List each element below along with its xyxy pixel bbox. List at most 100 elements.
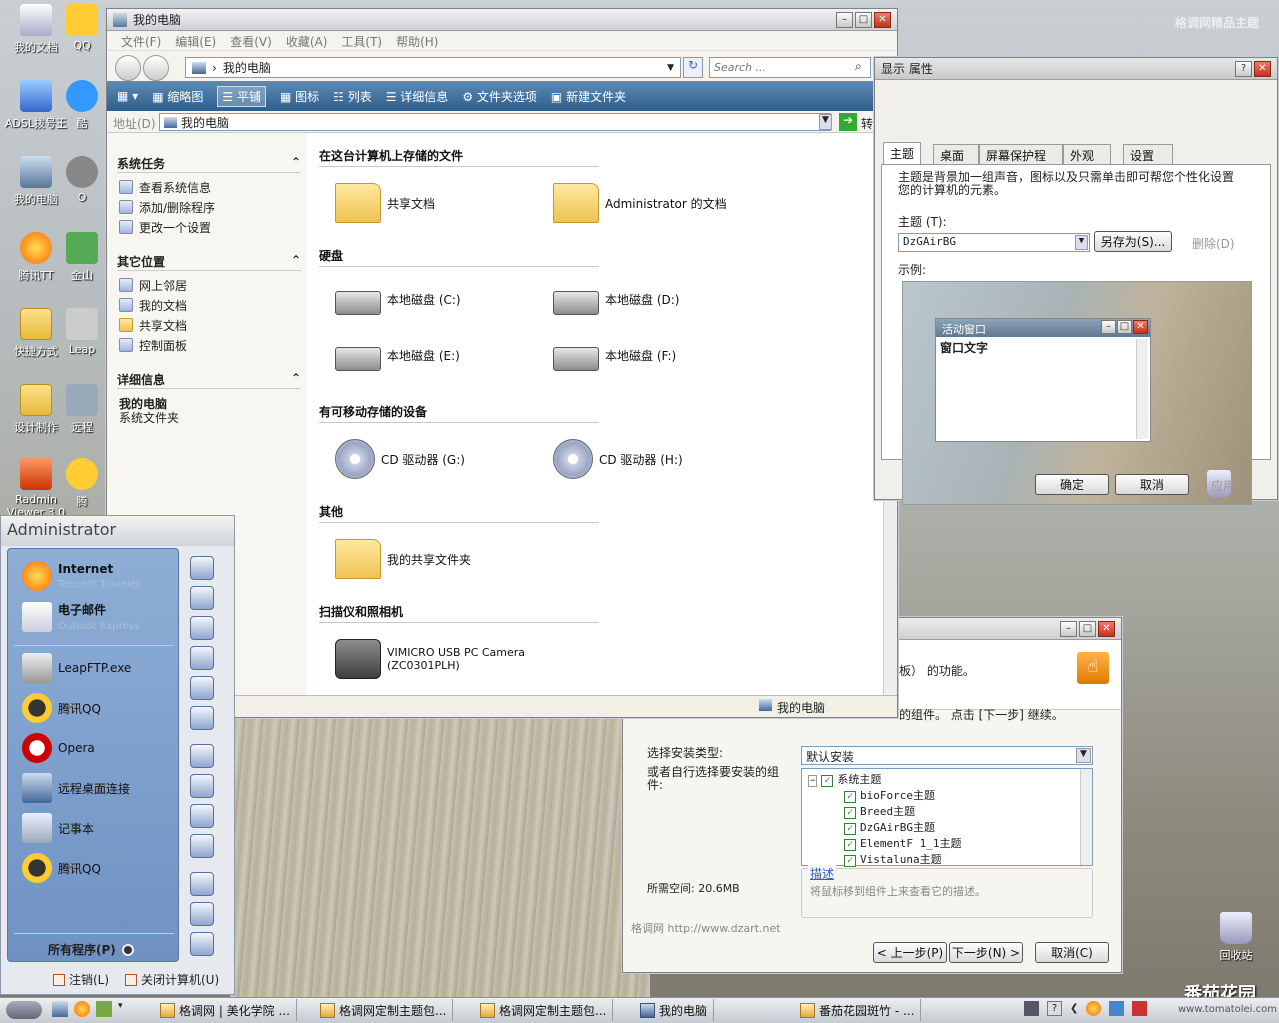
checkbox[interactable]: ✓ [844,791,856,803]
shutdown-button[interactable]: 关闭计算机(U) [125,971,219,988]
start-button[interactable] [6,1001,42,1019]
help-button[interactable]: ? [1235,60,1252,77]
save-as-button[interactable]: 另存为(S)... [1094,231,1172,252]
go-arrow-icon[interactable]: ➔ [839,113,857,131]
item-camera[interactable]: VIMICRO USB PC Camera (ZC0301PLH) [335,639,525,679]
logoff-button[interactable]: 注销(L) [53,971,109,988]
taskbar-item-5[interactable]: 番茄花园斑竹 - ... [794,999,922,1021]
tree-item[interactable]: ✓ Breed主题 [808,803,1086,819]
pictures-icon[interactable] [190,616,214,640]
chevron-down-icon[interactable]: ▾ [118,1001,123,1017]
menu-edit[interactable]: 编辑(E) [175,33,216,49]
taskbar-item-4[interactable]: 我的电脑 [634,999,715,1021]
tab-appearance[interactable]: 外观 [1063,144,1111,164]
menu-tools[interactable]: 工具(T) [341,33,382,49]
place-shared-docs[interactable]: 共享文档 [119,315,187,335]
tree-item[interactable]: ✓ Vistaluna主题 [808,851,1086,867]
breadcrumb[interactable]: › 我的电脑 ▼ [185,57,681,78]
taskbar-item-2[interactable]: 格调网定制主题包... [314,999,454,1021]
tab-desktop[interactable]: 桌面 [933,144,979,164]
item-cd-h[interactable]: CD 驱动器 (H:) [553,439,683,479]
checkbox[interactable]: ✓ [821,775,834,787]
tree-item[interactable]: ✓ bioForce主题 [808,787,1086,803]
item-my-shared-folder[interactable]: 我的共享文件夹 [335,539,471,579]
browser-icon[interactable] [74,1001,90,1017]
desktop-icon-ku[interactable]: 酷 [62,80,102,131]
views-icon[interactable]: ▦ ▾ [117,89,138,103]
checkbox[interactable]: ✓ [844,823,856,835]
all-programs-button[interactable]: 所有程序(P) [48,941,134,958]
desktop-icon-recycle-bin[interactable]: 回收站 [1200,912,1272,963]
item-cd-g[interactable]: CD 驱动器 (G:) [335,439,465,479]
ok-button[interactable]: 确定 [1035,474,1109,495]
item-disk-d[interactable]: 本地磁盘 (D:) [553,283,679,315]
menu-favorites[interactable]: 收藏(A) [286,33,328,49]
toolbar-folder-options[interactable]: ⚙ 文件夹选项 [462,88,537,105]
desktop-icon-leap[interactable]: Leap [62,308,102,356]
run-icon[interactable] [190,932,214,956]
places-header[interactable]: 其它位置 ⌃ [117,253,301,271]
recent-qq[interactable]: 腾讯QQ [22,693,101,723]
address-input[interactable]: 我的电脑 [159,113,831,131]
maximize-button[interactable]: □ [855,11,872,28]
toolbar-new-folder[interactable]: ▣ 新建文件夹 [551,88,626,105]
toolbar-details[interactable]: ☰ 详细信息 [386,88,449,105]
item-disk-c[interactable]: 本地磁盘 (C:) [335,283,461,315]
recent-leapftp[interactable]: LeapFTP.exe [22,653,131,683]
control-panel-icon[interactable] [190,744,214,768]
printer-icon[interactable] [190,834,214,858]
close-button[interactable]: ✕ [1254,60,1271,77]
details-header[interactable]: 详细信息 ⌃ [117,371,301,389]
install-type-select[interactable]: 默认安装 ▼ [801,746,1093,765]
desktop-icon-teng[interactable]: 腾 [62,458,102,509]
recent-opera[interactable]: Opera [22,733,95,763]
close-button[interactable]: ✕ [1098,620,1115,637]
documents-icon[interactable] [190,556,214,580]
folder-icon[interactable] [190,646,214,670]
task-view-system-info[interactable]: 查看系统信息 [119,177,215,197]
back-arrow-icon[interactable] [115,55,141,81]
search-input[interactable] [709,57,871,78]
network-icon[interactable] [1109,1001,1125,1016]
recent-qq-2[interactable]: 腾讯QQ [22,853,101,883]
installer-cancel-button[interactable]: 取消(C) [1035,942,1109,963]
tree-item[interactable]: ✓ ElementF 1_1主题 [808,835,1086,851]
antivirus-icon[interactable] [1132,1001,1148,1016]
item-disk-f[interactable]: 本地磁盘 (F:) [553,339,676,371]
menu-file[interactable]: 文件(F) [121,33,161,49]
toolbar-thumbnails[interactable]: ▦ 缩略图 [152,88,203,105]
next-button[interactable]: 下一步(N) > [949,942,1023,963]
pinned-email[interactable]: 电子邮件 Outlook Express [22,601,139,632]
item-admin-documents[interactable]: Administrator 的文档 [553,183,727,223]
tree-item[interactable]: ✓ DzGAirBG主题 [808,819,1086,835]
cancel-button[interactable]: 取消 [1115,474,1189,495]
connect-icon[interactable] [190,804,214,828]
tasks-header[interactable]: 系统任务 ⌃ [117,155,301,173]
pinned-internet[interactable]: Internet Tencent Traveler [22,561,140,591]
collapse-icon[interactable]: ⌃ [291,155,301,169]
tab-theme[interactable]: 主题 [883,142,922,165]
go-button[interactable]: 转 [861,115,873,132]
search-icon[interactable] [190,902,214,926]
recent-docs-icon[interactable] [190,586,214,610]
show-desktop-icon[interactable] [52,1001,68,1017]
desktop-icon-kingsoft[interactable]: 金山 [62,232,102,283]
collapse-icon[interactable]: ⌃ [291,371,301,385]
search-icon[interactable]: ⌕ [855,59,862,74]
taskbar-item-3[interactable]: 格调网定制主题包... [474,999,614,1021]
desktop-icon-o[interactable]: O [62,156,102,204]
forward-arrow-icon[interactable] [143,55,169,81]
maximize-button[interactable]: □ [1079,620,1096,637]
theme-select[interactable]: DzGAirBG ▼ [898,233,1090,252]
desktop-icon-qq[interactable]: QQ [62,4,102,52]
minimize-button[interactable]: – [836,11,853,28]
place-network[interactable]: 网上邻居 [119,275,187,295]
apply-button[interactable]: 应用(A) [1211,477,1253,494]
refresh-icon[interactable]: ↻ [683,57,703,78]
menu-view[interactable]: 查看(V) [230,33,272,49]
back-button[interactable]: < 上一步(P) [873,942,947,963]
checkbox[interactable]: ✓ [844,839,856,851]
recent-notepad[interactable]: 记事本 [22,813,94,843]
task-change-setting[interactable]: 更改一个设置 [119,217,215,237]
delete-button[interactable]: 删除(D) [1192,235,1235,252]
